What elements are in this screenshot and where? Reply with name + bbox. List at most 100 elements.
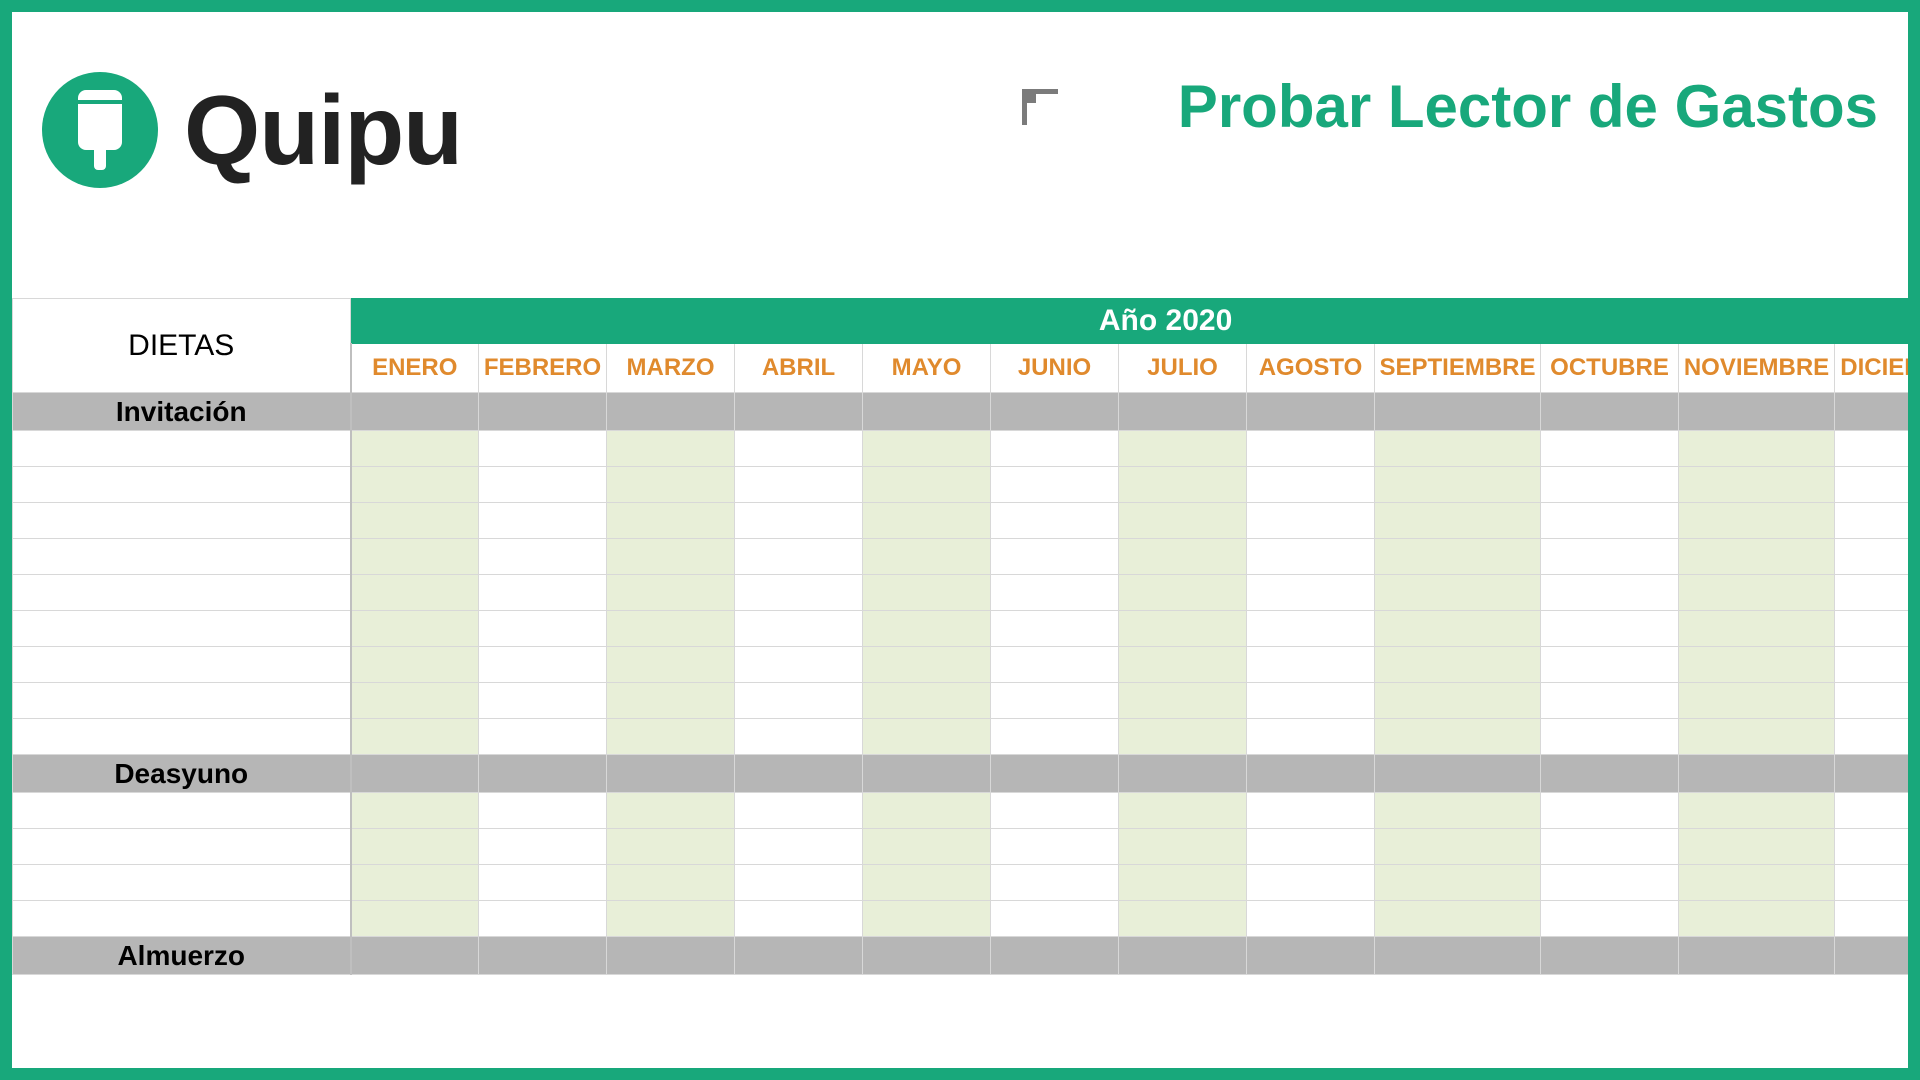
cell[interactable]	[479, 793, 607, 829]
cell[interactable]	[1835, 503, 1909, 539]
row-label[interactable]	[13, 647, 351, 683]
cell[interactable]	[1835, 719, 1909, 755]
cell[interactable]	[351, 829, 479, 865]
cell[interactable]	[1835, 901, 1909, 937]
cell[interactable]	[1541, 431, 1679, 467]
row-label[interactable]	[13, 901, 351, 937]
cell[interactable]	[479, 503, 607, 539]
cell[interactable]	[479, 539, 607, 575]
cell[interactable]	[1247, 829, 1375, 865]
row-label[interactable]	[13, 719, 351, 755]
cell[interactable]	[991, 503, 1119, 539]
cell[interactable]	[351, 719, 479, 755]
cell[interactable]	[1835, 431, 1909, 467]
cell[interactable]	[607, 467, 735, 503]
cell[interactable]	[1119, 467, 1247, 503]
cell[interactable]	[1679, 647, 1835, 683]
cell[interactable]	[479, 719, 607, 755]
cell[interactable]	[351, 901, 479, 937]
cell[interactable]	[735, 901, 863, 937]
cell[interactable]	[607, 539, 735, 575]
cell[interactable]	[1679, 539, 1835, 575]
cell[interactable]	[991, 865, 1119, 901]
cell[interactable]	[607, 503, 735, 539]
cell[interactable]	[1119, 539, 1247, 575]
cell[interactable]	[1541, 829, 1679, 865]
cell[interactable]	[1119, 829, 1247, 865]
cell[interactable]	[1835, 575, 1909, 611]
cell[interactable]	[863, 901, 991, 937]
cell[interactable]	[1119, 575, 1247, 611]
cell[interactable]	[479, 901, 607, 937]
cell[interactable]	[735, 683, 863, 719]
cell[interactable]	[991, 575, 1119, 611]
row-label[interactable]	[13, 829, 351, 865]
cell[interactable]	[735, 829, 863, 865]
cell[interactable]	[479, 865, 607, 901]
cell[interactable]	[735, 431, 863, 467]
cell[interactable]	[1835, 467, 1909, 503]
cell[interactable]	[1119, 901, 1247, 937]
cell[interactable]	[863, 467, 991, 503]
cell[interactable]	[1679, 829, 1835, 865]
cell[interactable]	[1247, 539, 1375, 575]
cell[interactable]	[607, 647, 735, 683]
cell[interactable]	[735, 611, 863, 647]
row-label[interactable]	[13, 431, 351, 467]
row-label[interactable]	[13, 503, 351, 539]
cell[interactable]	[479, 611, 607, 647]
cell[interactable]	[735, 793, 863, 829]
cell[interactable]	[735, 865, 863, 901]
row-label[interactable]	[13, 865, 351, 901]
cell[interactable]	[1541, 865, 1679, 901]
cell[interactable]	[1541, 611, 1679, 647]
cell[interactable]	[1679, 503, 1835, 539]
cell[interactable]	[479, 575, 607, 611]
cell[interactable]	[1119, 865, 1247, 901]
cell[interactable]	[863, 793, 991, 829]
cell[interactable]	[863, 683, 991, 719]
cell[interactable]	[607, 865, 735, 901]
cell[interactable]	[1541, 683, 1679, 719]
cell[interactable]	[1247, 683, 1375, 719]
cell[interactable]	[863, 539, 991, 575]
cell[interactable]	[991, 467, 1119, 503]
cell[interactable]	[1247, 719, 1375, 755]
cell[interactable]	[351, 467, 479, 503]
cell[interactable]	[1679, 575, 1835, 611]
cell[interactable]	[607, 431, 735, 467]
cell[interactable]	[351, 793, 479, 829]
cell[interactable]	[863, 431, 991, 467]
cell[interactable]	[1835, 647, 1909, 683]
cell[interactable]	[479, 467, 607, 503]
cta-link[interactable]: Probar Lector de Gastos	[1178, 72, 1878, 141]
cell[interactable]	[1375, 539, 1541, 575]
cell[interactable]	[351, 611, 479, 647]
cell[interactable]	[863, 611, 991, 647]
cell[interactable]	[735, 719, 863, 755]
cell[interactable]	[735, 575, 863, 611]
cell[interactable]	[1247, 503, 1375, 539]
cell[interactable]	[1119, 793, 1247, 829]
cell[interactable]	[1679, 467, 1835, 503]
cell[interactable]	[863, 865, 991, 901]
cell[interactable]	[479, 647, 607, 683]
cell[interactable]	[1375, 901, 1541, 937]
cell[interactable]	[1247, 647, 1375, 683]
cell[interactable]	[351, 503, 479, 539]
cell[interactable]	[863, 503, 991, 539]
row-label[interactable]	[13, 539, 351, 575]
cell[interactable]	[607, 575, 735, 611]
cell[interactable]	[863, 575, 991, 611]
cell[interactable]	[1541, 539, 1679, 575]
cell[interactable]	[735, 647, 863, 683]
row-label[interactable]	[13, 683, 351, 719]
cell[interactable]	[1679, 901, 1835, 937]
cell[interactable]	[991, 901, 1119, 937]
cell[interactable]	[1247, 467, 1375, 503]
cell[interactable]	[1375, 683, 1541, 719]
cell[interactable]	[1541, 503, 1679, 539]
cell[interactable]	[1679, 865, 1835, 901]
cell[interactable]	[479, 829, 607, 865]
cell[interactable]	[991, 647, 1119, 683]
